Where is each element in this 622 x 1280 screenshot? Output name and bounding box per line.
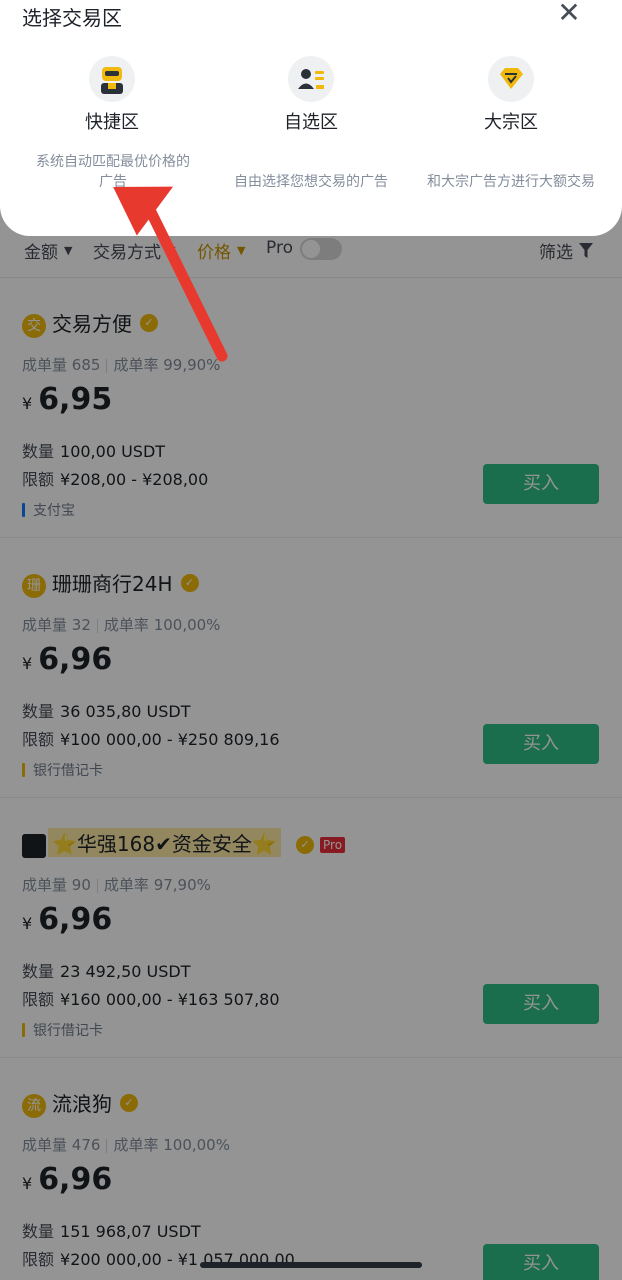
home-indicator [200, 1262, 422, 1268]
annotation-arrow-icon [113, 186, 228, 362]
